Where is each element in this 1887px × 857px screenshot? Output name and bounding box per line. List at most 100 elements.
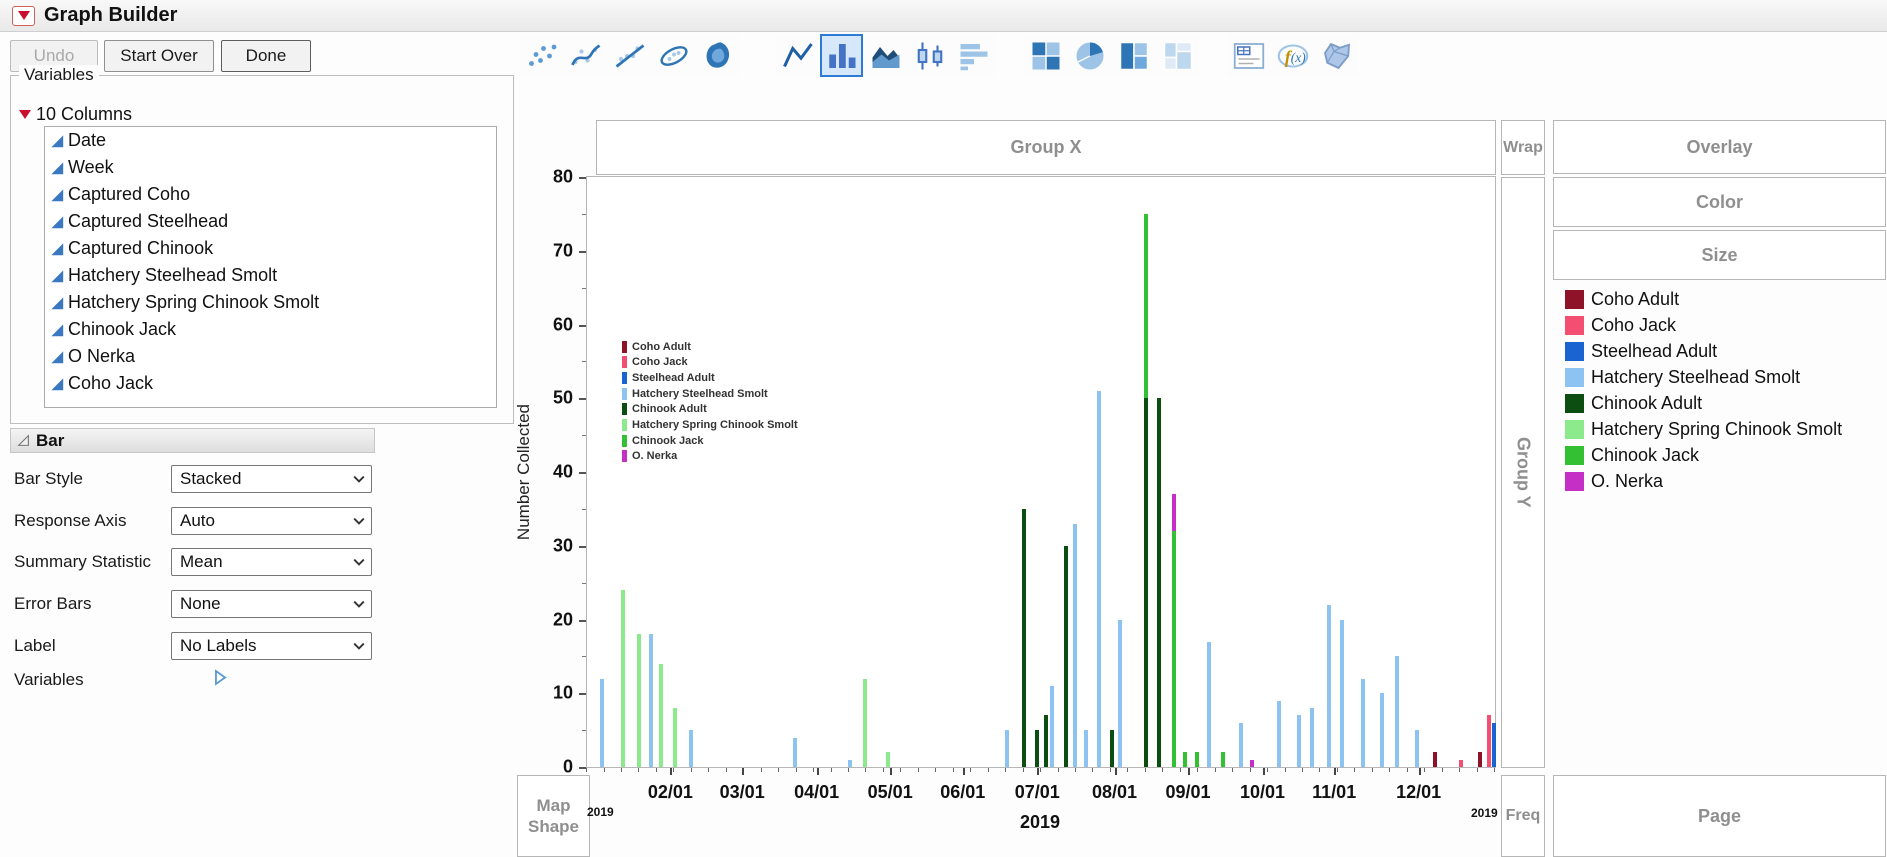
bar[interactable] <box>863 678 867 767</box>
x-axis-tick-label[interactable]: 03/01 <box>720 782 765 803</box>
bar[interactable] <box>1195 752 1199 767</box>
bar[interactable] <box>1118 619 1122 767</box>
column-item-o-nerka[interactable]: O Nerka <box>45 343 496 370</box>
legend-item-steelhead_adult[interactable]: Steelhead Adult <box>1565 338 1842 364</box>
drop-zone-map-shape[interactable]: Map Shape <box>517 775 590 857</box>
x-axis-tick-label[interactable]: 06/01 <box>940 782 985 803</box>
drop-zone-color[interactable]: Color <box>1553 177 1886 227</box>
y-axis-tick-label[interactable]: 0 <box>563 757 573 778</box>
bar[interactable] <box>1097 390 1101 767</box>
bar[interactable] <box>1005 730 1009 767</box>
y-axis-tick-label[interactable]: 80 <box>553 167 573 188</box>
x-axis-year-label[interactable]: 2019 <box>1020 812 1060 833</box>
x-axis-tick-label[interactable]: 12/01 <box>1396 782 1441 803</box>
bar[interactable] <box>659 663 663 767</box>
bar[interactable] <box>1459 759 1463 767</box>
drop-zone-size[interactable]: Size <box>1553 230 1886 280</box>
drop-zone-overlay[interactable]: Overlay <box>1553 120 1886 174</box>
column-item-coho-jack[interactable]: Coho Jack <box>45 370 496 397</box>
plot-legend[interactable]: Coho Adult Coho Jack Steelhead Adult Hatche… <box>622 340 798 466</box>
bar[interactable] <box>1492 722 1496 767</box>
columns-header[interactable]: 10 Columns <box>19 104 132 125</box>
legend-item-hscs[interactable]: Hatchery Spring Chinook Smolt <box>1565 416 1842 442</box>
drop-zone-group-y[interactable]: Group Y <box>1501 177 1545 768</box>
drop-zone-page[interactable]: Page <box>1553 775 1886 857</box>
bar[interactable] <box>1050 685 1054 767</box>
drop-zone-freq[interactable]: Freq <box>1501 775 1545 857</box>
treemap-icon[interactable] <box>1112 34 1155 77</box>
bar[interactable] <box>1110 730 1114 767</box>
bar[interactable] <box>1361 678 1365 767</box>
x-axis-tick-label[interactable]: 08/01 <box>1092 782 1137 803</box>
contour-icon[interactable] <box>696 34 739 77</box>
bar[interactable] <box>1221 752 1225 767</box>
bar-panel-header[interactable]: Bar <box>10 428 375 453</box>
bar[interactable] <box>1084 730 1088 767</box>
label-select[interactable]: No Labels <box>171 632 372 660</box>
plot-area[interactable]: Coho Adult Coho Jack Steelhead Adult Hatche… <box>586 176 1496 768</box>
bar[interactable] <box>1172 494 1176 767</box>
bar[interactable] <box>1297 715 1301 767</box>
bar-style-select[interactable]: Stacked <box>171 465 372 493</box>
pie-icon[interactable] <box>1068 34 1111 77</box>
y-axis-tick-label[interactable]: 30 <box>553 535 573 556</box>
bar[interactable] <box>600 678 604 767</box>
bar[interactable] <box>1022 508 1026 767</box>
y-axis-tick-label[interactable]: 10 <box>553 683 573 704</box>
bar[interactable] <box>621 590 625 767</box>
bar[interactable] <box>689 730 693 767</box>
bar[interactable] <box>1380 693 1384 767</box>
box-plot-icon[interactable] <box>908 34 951 77</box>
y-axis-tick-label[interactable]: 20 <box>553 609 573 630</box>
bar[interactable] <box>649 634 653 767</box>
x-axis-tick-label[interactable]: 11/01 <box>1312 782 1356 803</box>
bar[interactable] <box>1478 752 1482 767</box>
column-item-captured-chinook[interactable]: Captured Chinook <box>45 235 496 262</box>
bar[interactable] <box>1277 700 1281 767</box>
done-button[interactable]: Done <box>221 40 311 72</box>
bar[interactable] <box>1044 715 1048 767</box>
start-over-button[interactable]: Start Over <box>104 40 214 72</box>
drop-zone-wrap[interactable]: Wrap <box>1501 120 1545 175</box>
x-axis-tick-label[interactable]: 04/01 <box>794 782 839 803</box>
bar[interactable] <box>673 708 677 767</box>
bar[interactable] <box>886 752 890 767</box>
column-item-week[interactable]: Week <box>45 154 496 181</box>
legend-item-o_nerka[interactable]: O. Nerka <box>1565 468 1842 494</box>
bar[interactable] <box>793 737 797 767</box>
expand-right-icon[interactable] <box>214 669 227 686</box>
bar[interactable] <box>1157 398 1161 767</box>
y-axis[interactable]: 0 10 20 30 40 50 60 70 80 <box>500 167 586 777</box>
bar[interactable] <box>1433 752 1437 767</box>
summary-statistic-select[interactable]: Mean <box>171 548 372 576</box>
bar[interactable] <box>1340 619 1344 767</box>
legend-item-coho_adult[interactable]: Coho Adult <box>1565 286 1842 312</box>
map-shapes-icon[interactable] <box>1315 34 1358 77</box>
bar[interactable] <box>1064 545 1068 767</box>
column-item-date[interactable]: Date <box>45 127 496 154</box>
heatmap-icon[interactable] <box>1024 34 1067 77</box>
bar[interactable] <box>1035 730 1039 767</box>
bar[interactable] <box>1239 722 1243 767</box>
bar[interactable] <box>1395 656 1399 767</box>
bar[interactable] <box>1250 759 1254 767</box>
bar-icon[interactable] <box>820 34 863 77</box>
bar[interactable] <box>1073 523 1077 767</box>
mosaic-icon[interactable] <box>1156 34 1199 77</box>
response-axis-select[interactable]: Auto <box>171 507 372 535</box>
formula-icon[interactable]: f (x) <box>1271 34 1314 77</box>
x-axis-tick-label[interactable]: 07/01 <box>1015 782 1060 803</box>
histogram-icon[interactable] <box>952 34 995 77</box>
x-axis-tick-label[interactable]: 05/01 <box>868 782 913 803</box>
area-icon[interactable] <box>864 34 907 77</box>
y-axis-tick-label[interactable]: 70 <box>553 240 573 261</box>
bar[interactable] <box>1310 708 1314 767</box>
bar[interactable] <box>1144 213 1148 767</box>
legend-item-chinook_jack[interactable]: Chinook Jack <box>1565 442 1842 468</box>
x-axis-tick-label[interactable]: 09/01 <box>1165 782 1210 803</box>
line-of-fit-icon[interactable] <box>608 34 651 77</box>
graph-builder-menu-button[interactable] <box>12 5 35 26</box>
legend-item-chinook_adult[interactable]: Chinook Adult <box>1565 390 1842 416</box>
y-axis-tick-label[interactable]: 40 <box>553 462 573 483</box>
y-axis-tick-label[interactable]: 60 <box>553 314 573 335</box>
